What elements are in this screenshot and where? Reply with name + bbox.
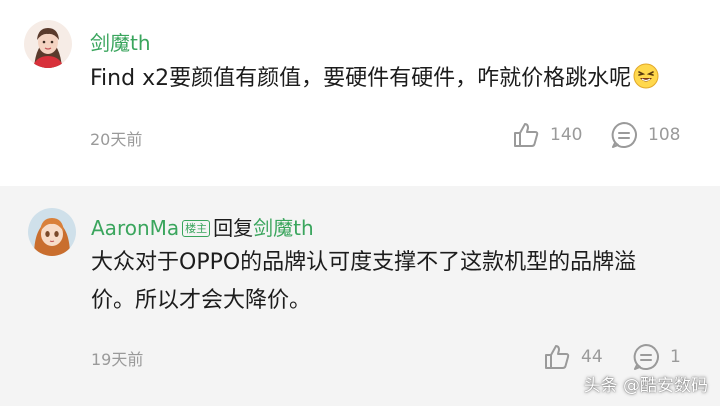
comment-text-line: Find x2要颜值有颜值，要硬件有硬件，咋就价格跳水呢 (90, 60, 659, 102)
reply-reply-button[interactable]: 1 (632, 343, 681, 371)
comment-reply-count: 108 (648, 125, 681, 145)
reply-text-line-1: 大众对于OPPO的品牌认可度支撑不了这款机型的品牌溢 (91, 250, 637, 275)
thumbs-up-icon (545, 345, 570, 369)
comment-card: 剑魔th Find x2要颜值有颜值，要硬件有硬件，咋就价格跳水呢 20天前 1… (0, 0, 720, 186)
reply-like-button[interactable]: 44 (543, 343, 603, 371)
watermark: 头条 @酷安数码 (583, 376, 708, 396)
op-badge: 楼主 (182, 220, 211, 237)
comment-like-count: 140 (550, 125, 583, 145)
reply-username[interactable]: AaronMa (91, 216, 179, 240)
reply-like-count: 44 (581, 347, 603, 367)
reply-target-username[interactable]: 剑魔th (253, 216, 314, 240)
reply-word: 回复 (213, 216, 254, 240)
comment-username[interactable]: 剑魔th (90, 27, 151, 56)
avatar[interactable] (24, 20, 72, 68)
reply-header: AaronMa 楼主 回复剑魔th (91, 212, 314, 241)
comment-reply-button[interactable]: 108 (610, 121, 680, 149)
comment-text: Find x2要颜值有颜值，要硬件有硬件，咋就价格跳水呢 (90, 66, 632, 91)
comment-timestamp: 20天前 (90, 130, 143, 149)
grinning-squint-emoji-icon (633, 63, 659, 102)
comment-bubble-icon (633, 344, 659, 370)
reply-timestamp: 19天前 (91, 350, 144, 369)
thumbs-up-icon (514, 123, 539, 147)
comment-like-button[interactable]: 140 (512, 121, 582, 149)
comment-bubble-icon (611, 122, 637, 148)
reply-reply-count: 1 (670, 347, 681, 367)
avatar[interactable] (28, 208, 76, 256)
reply-text-line-2: 价。所以才会大降价。 (91, 288, 312, 313)
